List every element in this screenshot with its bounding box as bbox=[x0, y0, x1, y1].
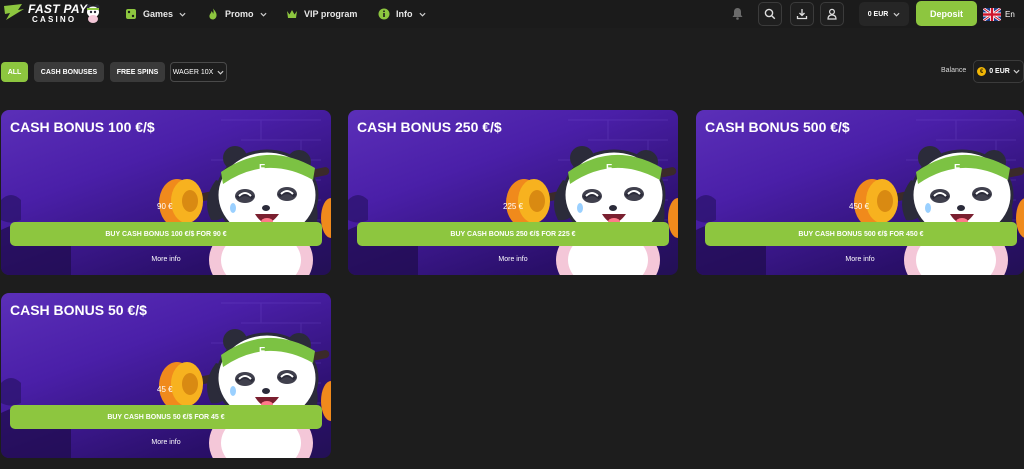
chevron-down-icon bbox=[893, 12, 900, 17]
card-title: CASH BONUS 250 €/$ bbox=[357, 119, 502, 135]
deposit-button[interactable]: Deposit bbox=[916, 1, 977, 26]
more-info-link[interactable]: More info bbox=[1, 439, 331, 446]
card-title: CASH BONUS 500 €/$ bbox=[705, 119, 850, 135]
language-label: En bbox=[1005, 9, 1015, 19]
download-button[interactable] bbox=[790, 2, 814, 26]
euro-coin-icon: € bbox=[977, 67, 987, 76]
games-icon bbox=[126, 9, 136, 19]
nav-promo-label: Promo bbox=[225, 9, 254, 19]
bell-icon[interactable] bbox=[731, 7, 744, 20]
bonus-card: CASH BONUS 500 €/$ 450 € BUY CASH BONUS … bbox=[696, 110, 1024, 275]
card-price: 450 € bbox=[849, 202, 870, 211]
balance-value: 0 EUR bbox=[989, 68, 1010, 75]
logo-text: FAST PAY bbox=[28, 2, 88, 16]
card-price: 45 € bbox=[157, 385, 173, 394]
wager-dropdown-label: WAGER 10X bbox=[172, 68, 214, 76]
bonus-card: CASH BONUS 100 €/$ 90 € BUY CASH BONUS 1… bbox=[1, 110, 331, 275]
flame-icon bbox=[209, 8, 217, 20]
more-info-link[interactable]: More info bbox=[348, 256, 678, 263]
card-title: CASH BONUS 100 €/$ bbox=[10, 119, 155, 135]
crown-icon bbox=[287, 10, 297, 18]
wager-dropdown[interactable]: WAGER 10X bbox=[170, 62, 227, 82]
filter-free-spins[interactable]: FREE SPINS bbox=[110, 62, 165, 82]
buy-bonus-button[interactable]: BUY CASH BONUS 250 €/$ FOR 225 € bbox=[357, 222, 669, 246]
chevron-down-icon bbox=[259, 12, 267, 17]
profile-button[interactable] bbox=[820, 2, 844, 26]
nav-vip-label: VIP program bbox=[304, 9, 358, 19]
filter-cash-bonuses[interactable]: CASH BONUSES bbox=[34, 62, 104, 82]
nav-promo[interactable]: Promo bbox=[207, 0, 267, 28]
header-balance-dropdown[interactable]: 0 EUR bbox=[859, 2, 909, 26]
bonus-card: CASH BONUS 250 €/$ 225 € BUY CASH BONUS … bbox=[348, 110, 678, 275]
balance-label: Balance bbox=[941, 67, 967, 74]
chevron-down-icon bbox=[217, 70, 224, 75]
buy-bonus-button[interactable]: BUY CASH BONUS 100 €/$ FOR 90 € bbox=[10, 222, 322, 246]
top-header: FAST PAY CASINO Games Promo VIP program … bbox=[0, 0, 1024, 28]
buy-bonus-button[interactable]: BUY CASH BONUS 500 €/$ FOR 450 € bbox=[705, 222, 1017, 246]
filter-all[interactable]: ALL bbox=[1, 62, 28, 82]
search-button[interactable] bbox=[758, 2, 782, 26]
panda-logo-icon bbox=[86, 4, 100, 23]
chevron-down-icon bbox=[1013, 69, 1020, 74]
logo-subtext: CASINO bbox=[32, 15, 77, 24]
nav-vip[interactable]: VIP program bbox=[286, 0, 357, 28]
uk-flag-icon bbox=[983, 7, 1001, 21]
header-balance-value: 0 EUR bbox=[867, 10, 889, 18]
nav-info[interactable]: Info bbox=[378, 0, 426, 28]
logo[interactable]: FAST PAY CASINO bbox=[2, 1, 100, 27]
card-price: 90 € bbox=[157, 202, 173, 211]
card-title: CASH BONUS 50 €/$ bbox=[10, 302, 147, 318]
search-icon bbox=[764, 8, 776, 20]
nav-info-label: Info bbox=[396, 9, 413, 19]
language-selector[interactable]: En bbox=[983, 6, 1015, 22]
chevron-down-icon bbox=[418, 12, 426, 17]
more-info-link[interactable]: More info bbox=[1, 256, 331, 263]
bonus-card: CASH BONUS 50 €/$ 45 € BUY CASH BONUS 50… bbox=[1, 293, 331, 458]
chevron-down-icon bbox=[179, 12, 186, 17]
buy-bonus-button[interactable]: BUY CASH BONUS 50 €/$ FOR 45 € bbox=[10, 405, 322, 429]
nav-games[interactable]: Games bbox=[125, 0, 186, 28]
card-price: 225 € bbox=[503, 202, 524, 211]
nav-games-label: Games bbox=[143, 9, 174, 19]
balance-dropdown[interactable]: € 0 EUR bbox=[973, 60, 1024, 83]
more-info-link[interactable]: More info bbox=[696, 256, 1024, 263]
logo-mark-icon bbox=[4, 4, 24, 20]
info-icon bbox=[378, 8, 390, 20]
download-icon bbox=[796, 9, 808, 20]
user-icon bbox=[827, 8, 837, 20]
